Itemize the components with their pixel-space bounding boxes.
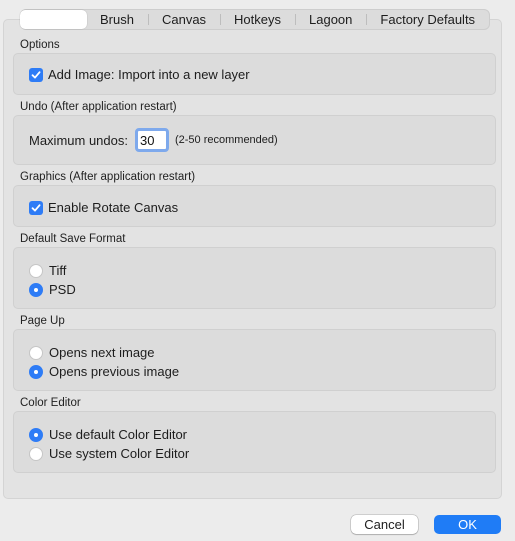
max-undos-label: Maximum undos: (29, 132, 128, 148)
undo-box: Maximum undos: (2-50 recommended) (13, 115, 496, 165)
save-format-section-label: Default Save Format (20, 233, 126, 245)
tab-hotkeys[interactable]: Hotkeys (220, 10, 295, 29)
graphics-section-label: Graphics (After application restart) (20, 171, 196, 183)
rotate-canvas-checkbox[interactable] (29, 200, 43, 215)
page-up-section-label: Page Up (20, 315, 65, 327)
page-up-option-previous[interactable]: Opens previous image (29, 364, 179, 379)
rotate-canvas-checkbox-row[interactable]: Enable Rotate Canvas (29, 200, 178, 215)
tab-brush[interactable]: Brush (86, 10, 148, 29)
graphics-box: Enable Rotate Canvas (13, 185, 496, 227)
tab-general[interactable] (20, 10, 87, 29)
add-image-label: Add Image: Import into a new layer (48, 67, 250, 82)
tab-bar: Brush Canvas Hotkeys Lagoon Factory Defa… (20, 9, 491, 30)
add-image-checkbox-row[interactable]: Add Image: Import into a new layer (29, 67, 250, 82)
max-undos-hint: (2-50 recommended) (174, 134, 278, 146)
radio-default-color-editor[interactable] (29, 427, 43, 442)
tab-factory-defaults[interactable]: Factory Defaults (366, 10, 489, 29)
radio-opens-previous-image[interactable] (29, 364, 43, 379)
checkmark-icon (31, 70, 41, 78)
opens-previous-image-label: Opens previous image (49, 364, 180, 379)
color-editor-option-default[interactable]: Use default Color Editor (29, 427, 187, 442)
opens-next-image-label: Opens next image (49, 345, 155, 360)
radio-opens-next-image[interactable] (29, 345, 43, 360)
max-undos-input[interactable] (134, 128, 169, 152)
tab-lagoon[interactable]: Lagoon (295, 10, 366, 29)
cancel-button[interactable]: Cancel (351, 515, 418, 534)
radio-psd[interactable] (29, 282, 43, 297)
add-image-checkbox[interactable] (29, 67, 43, 82)
undo-section-label: Undo (After application restart) (20, 101, 177, 113)
radio-system-color-editor[interactable] (29, 446, 43, 461)
max-undos-row: Maximum undos: (2-50 recommended) (29, 128, 278, 152)
color-editor-option-system[interactable]: Use system Color Editor (29, 446, 189, 461)
system-color-editor-label: Use system Color Editor (49, 446, 190, 461)
color-editor-section-label: Color Editor (20, 397, 81, 409)
psd-label: PSD (49, 282, 76, 297)
tiff-label: Tiff (49, 263, 67, 278)
radio-tiff[interactable] (29, 263, 43, 278)
color-editor-box: Use default Color Editor Use system Colo… (13, 411, 496, 473)
save-format-box: Tiff PSD (13, 247, 496, 309)
default-color-editor-label: Use default Color Editor (49, 427, 188, 442)
options-section-label: Options (20, 39, 60, 51)
page-up-box: Opens next image Opens previous image (13, 329, 496, 391)
rotate-canvas-label: Enable Rotate Canvas (48, 200, 179, 215)
options-box: Add Image: Import into a new layer (13, 53, 496, 95)
ok-button[interactable]: OK (434, 515, 501, 534)
checkmark-icon (31, 203, 41, 211)
save-format-option-psd[interactable]: PSD (29, 282, 76, 297)
save-format-option-tiff[interactable]: Tiff (29, 263, 66, 278)
tab-canvas[interactable]: Canvas (147, 10, 220, 29)
page-up-option-next[interactable]: Opens next image (29, 345, 155, 360)
